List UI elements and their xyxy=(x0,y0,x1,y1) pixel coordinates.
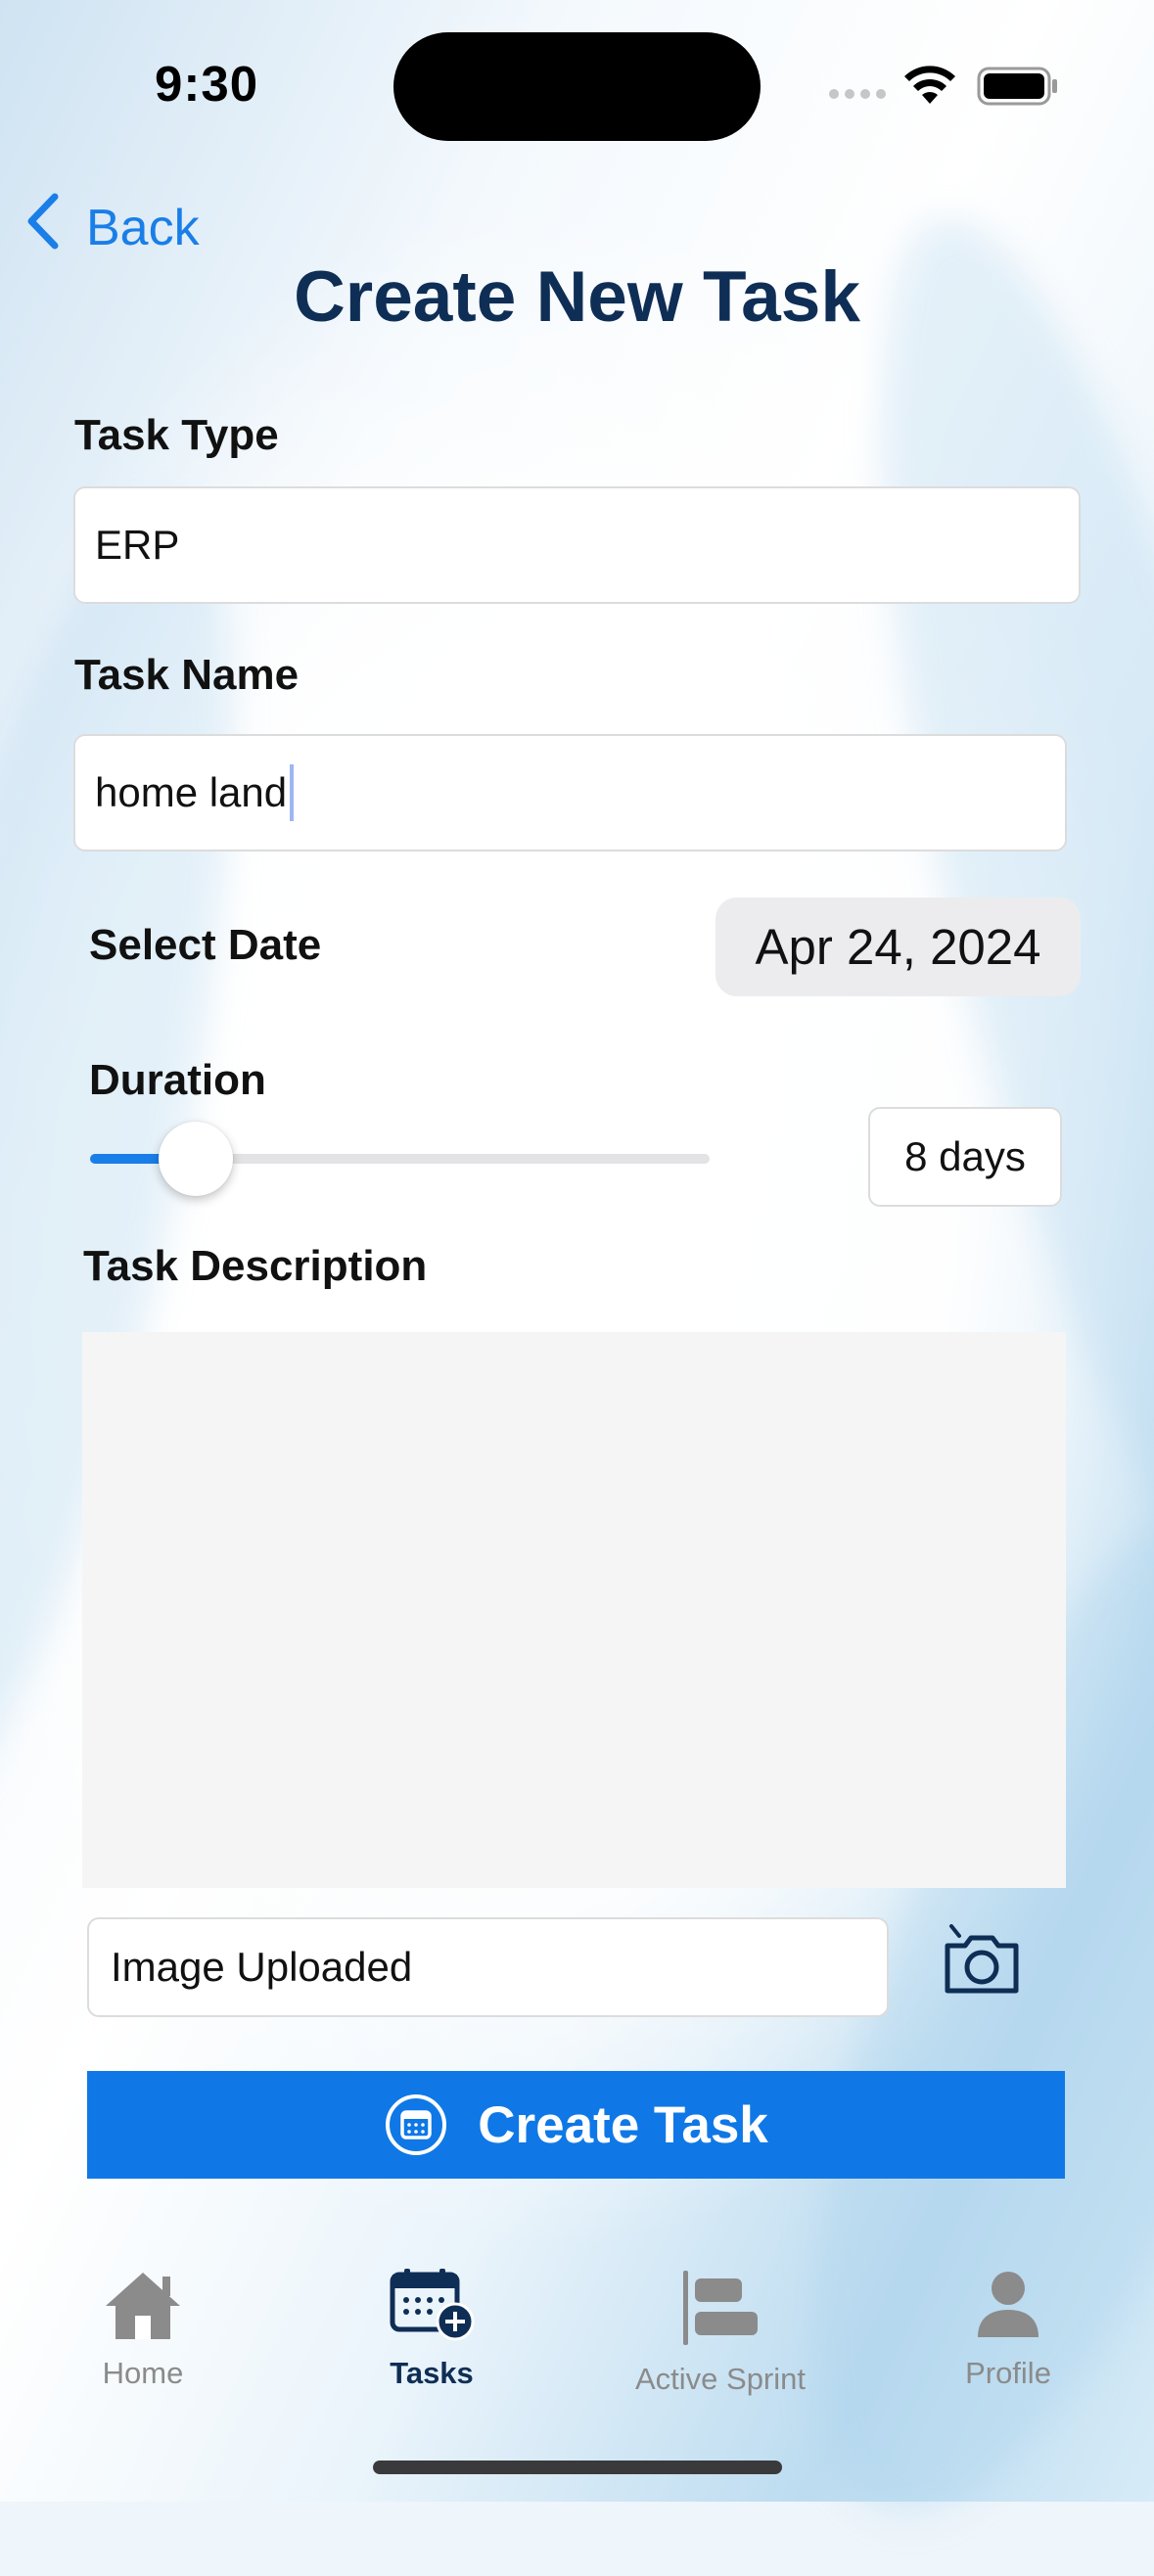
tab-active-sprint[interactable]: Active Sprint xyxy=(593,2269,848,2397)
tab-home[interactable]: Home xyxy=(16,2269,270,2391)
signal-icon xyxy=(828,86,887,107)
calendar-add-icon xyxy=(389,2269,475,2346)
home-indicator xyxy=(373,2461,782,2474)
camera-icon xyxy=(942,1924,1022,2001)
task-name-label: Task Name xyxy=(74,651,300,699)
image-status-text: Image Uploaded xyxy=(111,1944,413,1990)
status-time: 9:30 xyxy=(155,56,259,112)
page-title: Create New Task xyxy=(294,257,860,337)
duration-days-field[interactable]: 8 days xyxy=(868,1107,1062,1207)
date-value: Apr 24, 2024 xyxy=(755,919,1041,975)
task-description-label: Task Description xyxy=(83,1242,428,1290)
text-caret xyxy=(290,764,295,821)
tab-tasks[interactable]: Tasks xyxy=(304,2269,559,2391)
person-icon xyxy=(974,2269,1042,2346)
battery-icon xyxy=(977,67,1059,111)
wifi-icon xyxy=(902,63,957,111)
date-picker-button[interactable]: Apr 24, 2024 xyxy=(715,897,1081,996)
task-type-label: Task Type xyxy=(74,411,279,459)
task-type-field[interactable]: ERP xyxy=(73,486,1081,604)
back-label: Back xyxy=(86,199,200,256)
dynamic-island xyxy=(393,32,761,141)
task-name-input[interactable]: home land xyxy=(73,734,1067,851)
tab-active-sprint-label: Active Sprint xyxy=(634,2362,806,2396)
duration-slider-thumb[interactable] xyxy=(158,1122,233,1196)
task-name-value: home land xyxy=(95,769,288,815)
sprint-bars-icon xyxy=(679,2269,762,2352)
create-task-label: Create Task xyxy=(478,2095,768,2154)
calendar-circle-icon xyxy=(384,2093,448,2157)
tab-profile-label: Profile xyxy=(965,2356,1051,2390)
chevron-left-icon xyxy=(23,191,63,264)
camera-button[interactable] xyxy=(942,1922,1022,2001)
create-task-button[interactable]: Create Task xyxy=(87,2071,1065,2179)
tab-profile[interactable]: Profile xyxy=(881,2269,1135,2391)
tab-home-label: Home xyxy=(102,2356,184,2390)
duration-days-value: 8 days xyxy=(904,1133,1026,1179)
house-icon xyxy=(102,2269,184,2346)
task-description-input[interactable] xyxy=(82,1332,1066,1888)
image-status-field: Image Uploaded xyxy=(87,1917,889,2017)
task-type-value: ERP xyxy=(95,522,180,568)
tab-tasks-label: Tasks xyxy=(390,2356,474,2390)
duration-label: Duration xyxy=(89,1056,266,1104)
select-date-label: Select Date xyxy=(89,921,322,969)
back-button[interactable]: Back xyxy=(23,191,200,264)
